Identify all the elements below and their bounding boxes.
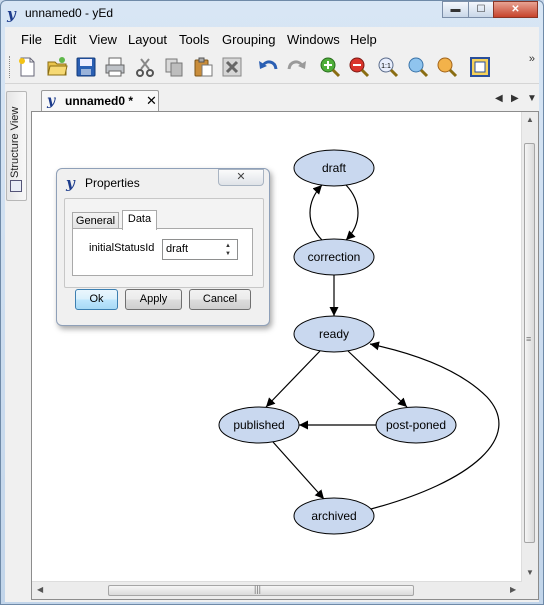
edge-ready-to-post-poned[interactable] — [347, 350, 408, 408]
toolbar-overflow-button[interactable]: » — [529, 53, 535, 65]
zoom-actual-size-icon[interactable]: 1:1 — [376, 55, 400, 79]
document-tab-label: unnamed0 * — [65, 94, 134, 108]
open-folder-icon[interactable] — [45, 55, 69, 79]
menu-windows[interactable]: Windows — [287, 32, 340, 47]
dialog-title: Properties — [85, 176, 140, 190]
node-label-archived: archived — [311, 509, 356, 523]
scroll-right-icon[interactable]: ▶ — [510, 585, 516, 594]
horizontal-scrollbar[interactable]: ◀ ||| ▶ — [32, 581, 522, 599]
new-document-icon[interactable] — [15, 55, 39, 79]
menu-layout[interactable]: Layout — [128, 32, 167, 47]
node-archived[interactable]: archived — [293, 497, 375, 535]
title-bar: y unnamed0 - yEd ▬ ☐ ✕ — [1, 1, 543, 27]
tab-list-icon[interactable]: ▼ — [527, 93, 537, 104]
toolbar-grip[interactable] — [9, 56, 13, 78]
close-window-button[interactable]: ✕ — [493, 1, 538, 18]
menu-help[interactable]: Help — [350, 32, 377, 47]
redo-icon[interactable] — [285, 55, 309, 79]
node-draft[interactable]: draft — [293, 149, 375, 187]
vertical-grip-icon: ≡ — [526, 334, 532, 344]
zoom-out-icon[interactable] — [347, 55, 371, 79]
edge-published-to-archived[interactable] — [272, 441, 325, 500]
cancel-button[interactable]: Cancel — [189, 289, 251, 310]
scroll-corner — [522, 582, 538, 599]
scroll-up-icon[interactable]: ▲ — [526, 115, 534, 124]
minimize-button[interactable]: ▬ — [442, 1, 469, 18]
side-panel: Structure View — [5, 89, 27, 600]
edge-correction-to-draft[interactable] — [309, 184, 323, 241]
document-tab-strip: y unnamed0 * ✕ ◀ ▶ ▼ — [29, 89, 539, 111]
structure-view-tab[interactable]: Structure View — [6, 91, 27, 201]
scroll-down-icon[interactable]: ▼ — [526, 568, 534, 577]
initial-status-label: initialStatusId — [89, 242, 155, 254]
edges-layer — [265, 184, 500, 510]
node-correction[interactable]: correction — [293, 238, 375, 276]
node-label-published: published — [233, 418, 284, 432]
spin-down-icon[interactable]: ▼ — [225, 251, 231, 257]
initial-status-field[interactable]: draft ▲ ▼ — [162, 239, 238, 260]
dialog-logo-icon: y — [66, 174, 75, 192]
properties-dialog: y Properties ✕ General Data initialStatu… — [56, 168, 270, 326]
structure-view-label: Structure View — [9, 106, 21, 178]
menu-file[interactable]: File — [21, 32, 42, 47]
cut-icon[interactable] — [133, 55, 157, 79]
scroll-left-icon[interactable]: ◀ — [37, 585, 43, 594]
maximize-button[interactable]: ☐ — [468, 1, 494, 18]
zoom-in-icon[interactable] — [318, 55, 342, 79]
menu-edit[interactable]: Edit — [54, 32, 76, 47]
tab-scroll-right-icon[interactable]: ▶ — [511, 93, 519, 104]
node-label-draft: draft — [322, 161, 347, 175]
application-window: y unnamed0 - yEd ▬ ☐ ✕ File Edit View La… — [0, 0, 544, 605]
vertical-scrollbar[interactable]: ▲ ≡ ▼ — [521, 112, 538, 582]
menu-grouping[interactable]: Grouping — [222, 32, 275, 47]
zoom-to-selection-icon[interactable] — [435, 55, 459, 79]
svg-text:1:1: 1:1 — [381, 63, 391, 70]
menu-view[interactable]: View — [89, 32, 117, 47]
apply-button[interactable]: Apply — [125, 289, 182, 310]
spinner-buttons[interactable]: ▲ ▼ — [222, 240, 237, 259]
print-icon[interactable] — [103, 55, 127, 79]
edge-ready-to-published[interactable] — [265, 350, 321, 408]
paste-icon[interactable] — [191, 55, 215, 79]
zoom-to-fit-icon[interactable] — [406, 55, 430, 79]
tab-scroll-left-icon[interactable]: ◀ — [495, 93, 503, 104]
node-label-correction: correction — [308, 250, 361, 264]
edge-draft-to-correction[interactable] — [345, 184, 359, 241]
menu-tools[interactable]: Tools — [179, 32, 209, 47]
toolbar: 1:1 » — [5, 51, 539, 84]
document-tab[interactable]: y unnamed0 * ✕ — [41, 90, 159, 111]
save-icon[interactable] — [74, 55, 98, 79]
node-label-post-poned: post-poned — [386, 418, 446, 432]
close-tab-icon[interactable]: ✕ — [146, 93, 157, 109]
document-logo-icon: y — [47, 93, 56, 109]
node-post-poned[interactable]: post-poned — [375, 406, 457, 444]
horizontal-grip-icon: ||| — [254, 584, 262, 594]
spin-up-icon[interactable]: ▲ — [225, 243, 231, 249]
tab-data[interactable]: Data — [122, 210, 157, 230]
structure-view-icon — [10, 180, 22, 192]
initial-status-value[interactable]: draft — [166, 243, 188, 255]
copy-icon[interactable] — [162, 55, 186, 79]
ok-button[interactable]: Ok — [75, 289, 118, 310]
node-published[interactable]: published — [218, 406, 300, 444]
window-title: unnamed0 - yEd — [25, 6, 114, 20]
delete-icon[interactable] — [220, 55, 244, 79]
menu-bar: File Edit View Layout Tools Grouping Win… — [5, 27, 539, 51]
dialog-close-button[interactable]: ✕ — [218, 169, 264, 186]
undo-icon[interactable] — [256, 55, 280, 79]
yed-logo-icon: y — [7, 5, 16, 23]
node-label-ready: ready — [319, 327, 349, 341]
tab-general[interactable]: General — [72, 212, 119, 229]
node-ready[interactable]: ready — [293, 315, 375, 353]
fit-content-icon[interactable] — [468, 55, 492, 79]
